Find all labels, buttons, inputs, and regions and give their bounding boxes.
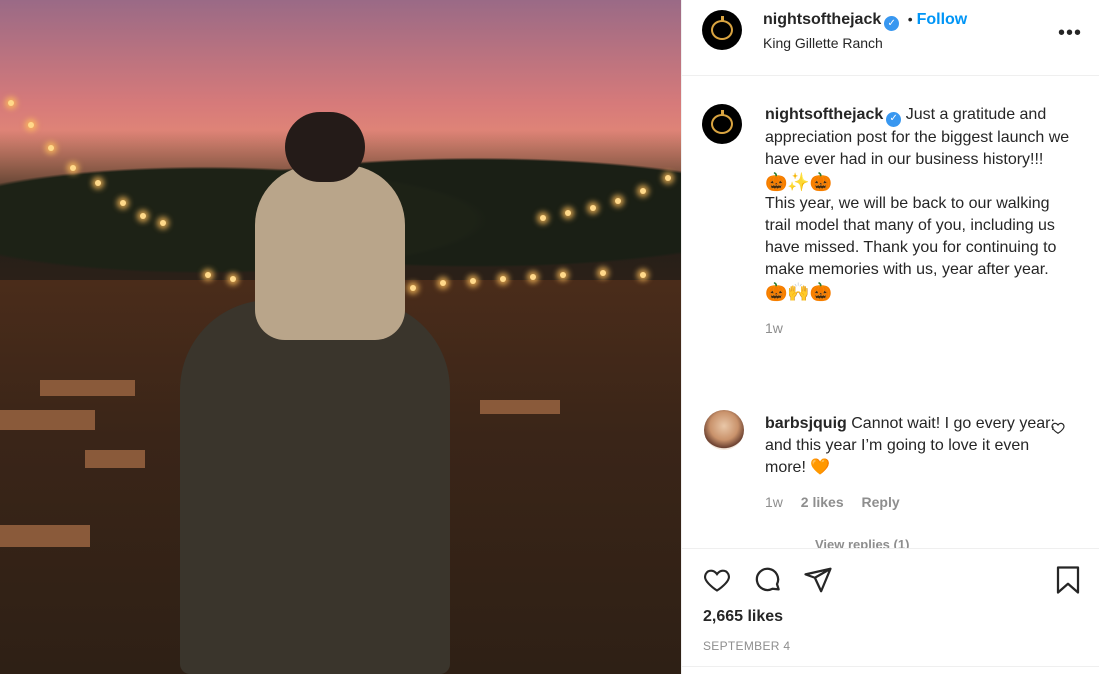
post-location[interactable]: King Gillette Ranch	[763, 35, 883, 51]
post-actions: 2,665 likes SEPTEMBER 4	[682, 548, 1099, 674]
comment: barbsjquig Cannot wait! I go every year;…	[765, 413, 1055, 479]
header-title-row: nightsofthejack ✓ • Follow	[763, 11, 967, 31]
commenter-avatar[interactable]	[704, 410, 744, 450]
post-caption: nightsofthejack ✓ Just a gratitude and ap…	[765, 104, 1075, 339]
post-header: nightsofthejack ✓ • Follow King Gillette R…	[682, 0, 1099, 76]
caption-time[interactable]: 1w	[765, 317, 1075, 339]
caption-username[interactable]: nightsofthejack	[765, 106, 883, 123]
pumpkin-logo-icon	[711, 16, 733, 40]
comment-time[interactable]: 1w	[765, 494, 783, 510]
verified-badge-icon: ✓	[886, 111, 902, 127]
comment-like-heart-icon[interactable]	[1051, 421, 1065, 440]
caption-emoji-2: 🎃🙌🎃	[765, 281, 833, 302]
more-icon[interactable]: •••	[1058, 22, 1082, 45]
comment-username[interactable]: barbsjquig	[765, 415, 847, 432]
post-photo[interactable]	[0, 0, 681, 674]
photo-child-head	[285, 112, 365, 182]
share-icon[interactable]	[802, 564, 834, 596]
verified-badge-icon: ✓	[884, 16, 900, 31]
comment-icon[interactable]	[752, 564, 784, 596]
divider	[682, 666, 1099, 667]
view-replies-link[interactable]: View replies (1)	[815, 537, 909, 548]
bookmark-icon[interactable]	[1052, 564, 1084, 596]
follow-button[interactable]: Follow	[917, 11, 968, 28]
caption-avatar[interactable]	[702, 104, 742, 144]
post-date[interactable]: SEPTEMBER 4	[703, 639, 790, 653]
photo-adult	[180, 300, 450, 674]
account-avatar[interactable]	[702, 10, 742, 50]
heart-icon[interactable]	[701, 564, 733, 596]
follow-separator: •	[907, 11, 913, 27]
pumpkin-logo-icon	[711, 110, 733, 134]
account-username[interactable]: nightsofthejack	[763, 11, 881, 28]
comment-likes[interactable]: 2 likes	[801, 494, 844, 510]
caption-text-2: This year, we will be back to our walkin…	[765, 194, 1057, 278]
photo-child	[255, 165, 405, 340]
likes-count[interactable]: 2,665 likes	[703, 608, 783, 626]
post-details-panel: nightsofthejack ✓ • Follow King Gillette R…	[681, 0, 1099, 674]
comments-section[interactable]: nightsofthejack ✓ Just a gratitude and ap…	[682, 77, 1099, 548]
caption-emoji-1: 🎃✨🎃	[765, 171, 833, 192]
comment-reply-button[interactable]: Reply	[862, 494, 900, 510]
comment-meta: 1w 2 likes Reply	[765, 494, 914, 510]
